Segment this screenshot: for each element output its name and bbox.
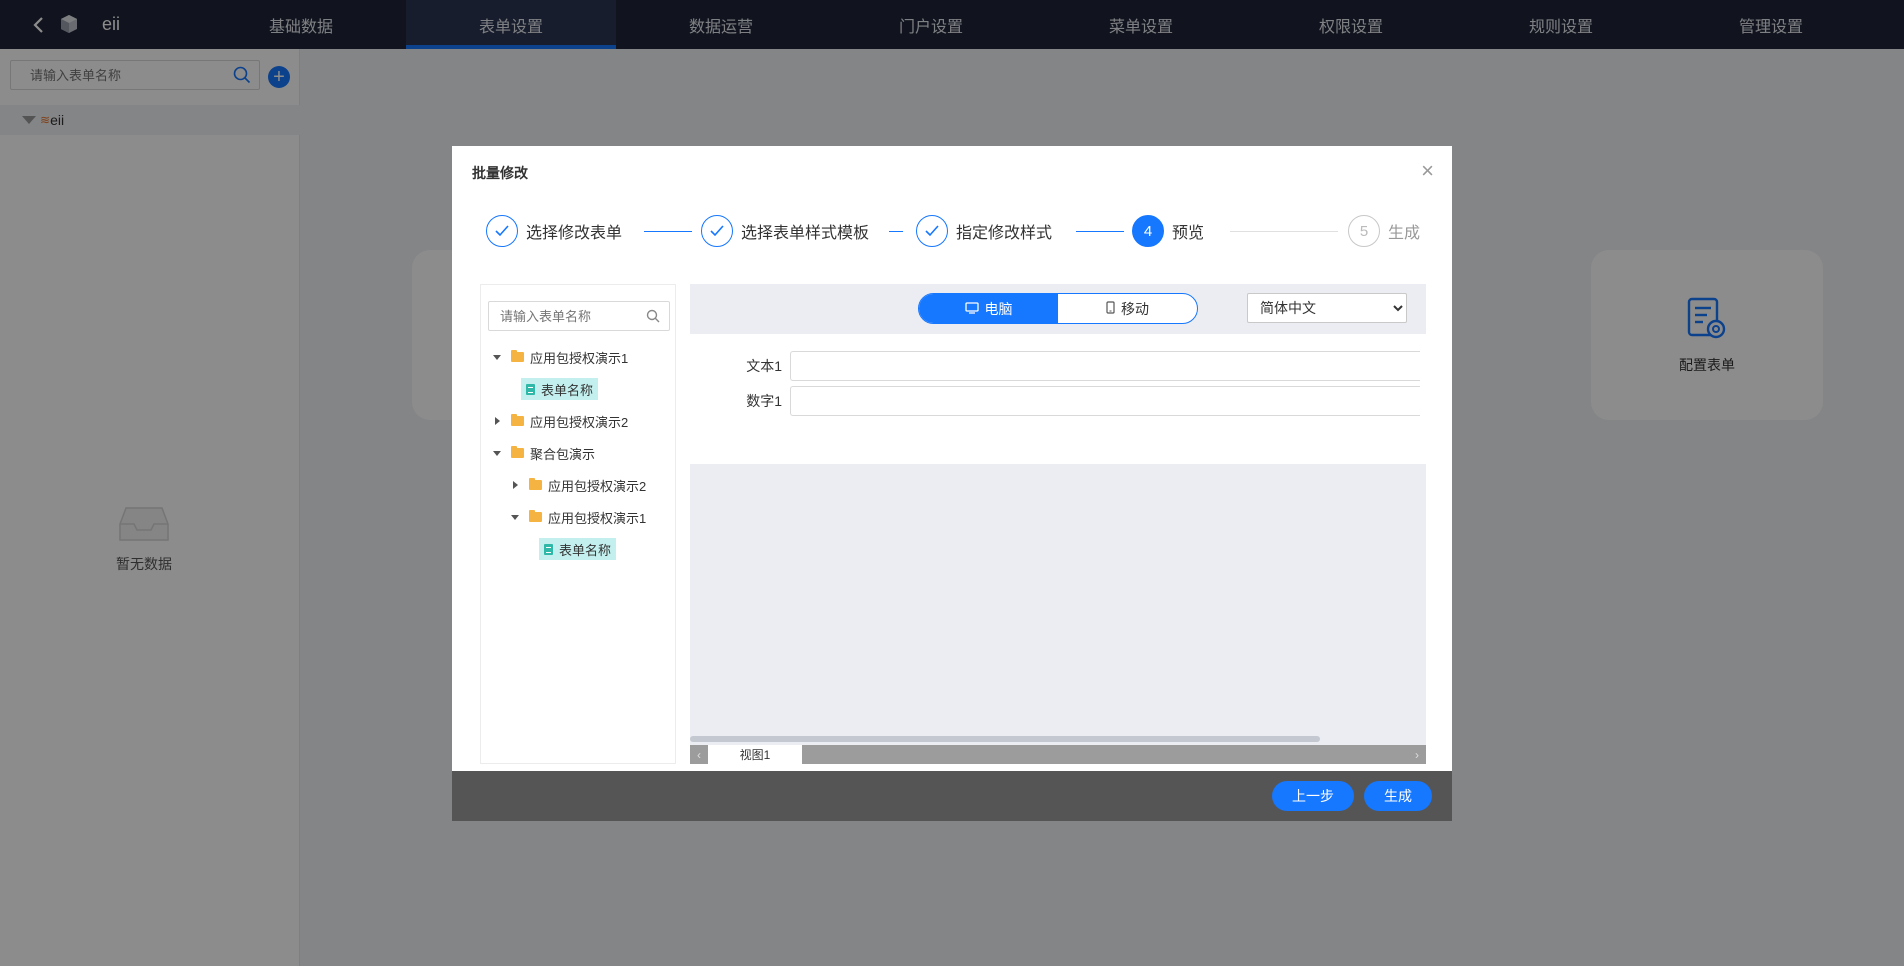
tree-node-label: 应用包授权演示2	[548, 478, 647, 494]
tree-node-folder[interactable]: 应用包授权演示1	[509, 506, 646, 528]
check-icon	[701, 215, 733, 247]
mobile-toggle[interactable]: 移动	[1058, 294, 1197, 323]
form-row: 数字1	[690, 386, 1426, 416]
language-select[interactable]: 简体中文	[1247, 293, 1407, 323]
preview-toolbar: 电脑 移动 简体中文	[690, 284, 1426, 334]
phone-icon	[1106, 300, 1115, 317]
preview-form: 文本1 数字1	[690, 334, 1426, 464]
tree-node-label: 应用包授权演示2	[530, 414, 629, 430]
step-index: 4	[1132, 215, 1164, 247]
tree-node-label: 应用包授权演示1	[548, 510, 647, 526]
step-index: 5	[1348, 215, 1380, 247]
tree-node-label: 聚合包演示	[530, 446, 596, 462]
tree-node-form[interactable]: 表单名称	[521, 378, 599, 400]
form-icon	[544, 543, 553, 555]
caret-right-icon[interactable]	[491, 417, 503, 425]
tree-node-form[interactable]: 表单名称	[539, 538, 617, 560]
tree-node-folder[interactable]: 应用包授权演示2	[509, 474, 646, 496]
tree-node-folder[interactable]: 应用包授权演示1	[491, 346, 628, 368]
step-connector	[1076, 231, 1124, 232]
sheet-tabs: ‹ 视图1 ›	[690, 745, 1426, 764]
step-connector	[644, 231, 692, 232]
tree-node-label: 应用包授权演示1	[530, 350, 629, 366]
step-5: 5 生成	[1348, 214, 1420, 248]
check-icon	[486, 215, 518, 247]
check-icon	[916, 215, 948, 247]
chevron-left-icon[interactable]: ‹	[690, 745, 708, 764]
caret-down-icon[interactable]	[509, 514, 521, 520]
step-connector	[1230, 231, 1338, 232]
tree-node-label: 表单名称	[559, 542, 612, 558]
form-row: 文本1	[690, 351, 1426, 381]
chevron-right-icon[interactable]: ›	[1408, 745, 1426, 764]
desktop-toggle[interactable]: 电脑	[919, 294, 1058, 323]
modal-footer: 上一步 生成	[452, 771, 1452, 821]
field-label: 文本1	[746, 358, 782, 374]
tree-leaf-selected[interactable]: 表单名称	[539, 538, 617, 560]
caret-right-icon[interactable]	[509, 481, 521, 489]
search-icon[interactable]	[646, 309, 660, 326]
batch-edit-modal: 批量修改 × 选择修改表单 选择表单样式模板 指定修改样式 4 预览 5 生成 …	[452, 146, 1452, 821]
folder-icon	[529, 478, 542, 490]
folder-icon	[529, 510, 542, 522]
folder-icon	[511, 350, 524, 362]
tree-search-input[interactable]	[500, 302, 640, 330]
step-label: 生成	[1388, 225, 1421, 242]
monitor-icon	[964, 301, 979, 317]
tree-search	[488, 301, 670, 331]
tree-node-label: 表单名称	[541, 382, 594, 398]
caret-down-icon[interactable]	[491, 450, 503, 456]
step-label: 指定修改样式	[956, 225, 1053, 242]
step-label: 预览	[1172, 225, 1205, 242]
form-icon	[526, 383, 535, 395]
step-label: 选择修改表单	[526, 225, 623, 242]
step-3: 指定修改样式	[916, 214, 1052, 248]
caret-down-icon[interactable]	[491, 354, 503, 360]
mobile-label: 移动	[1121, 300, 1149, 317]
tree-node-folder[interactable]: 聚合包演示	[491, 442, 595, 464]
text-field[interactable]	[790, 351, 1420, 381]
step-4: 4 预览	[1132, 214, 1204, 248]
horizontal-scrollbar[interactable]	[690, 736, 1320, 742]
prev-step-button[interactable]: 上一步	[1272, 781, 1354, 811]
modal-title: 批量修改	[472, 165, 528, 181]
folder-icon	[511, 414, 524, 426]
tree-leaf-selected[interactable]: 表单名称	[521, 378, 599, 400]
field-label: 数字1	[746, 393, 782, 409]
tree-node-folder[interactable]: 应用包授权演示2	[491, 410, 628, 432]
form-tree-panel: 应用包授权演示1 表单名称 应用包授权演示2 聚合包演示 应用包授权演示2 应	[480, 284, 676, 764]
close-icon[interactable]: ×	[1421, 158, 1434, 184]
number-field[interactable]	[790, 386, 1420, 416]
folder-icon	[511, 446, 524, 458]
desktop-label: 电脑	[984, 300, 1013, 317]
step-connector	[889, 231, 903, 232]
stepper: 选择修改表单 选择表单样式模板 指定修改样式 4 预览 5 生成	[486, 214, 1426, 250]
step-label: 选择表单样式模板	[741, 225, 870, 242]
device-toggle: 电脑 移动	[918, 293, 1198, 324]
sheet-tab[interactable]: 视图1	[708, 745, 802, 764]
step-1: 选择修改表单	[486, 214, 622, 248]
generate-button[interactable]: 生成	[1364, 781, 1432, 811]
form-preview: 电脑 移动 简体中文 文本1 数字1 ‹ 视图1 ›	[690, 284, 1426, 764]
step-2: 选择表单样式模板	[701, 214, 869, 248]
